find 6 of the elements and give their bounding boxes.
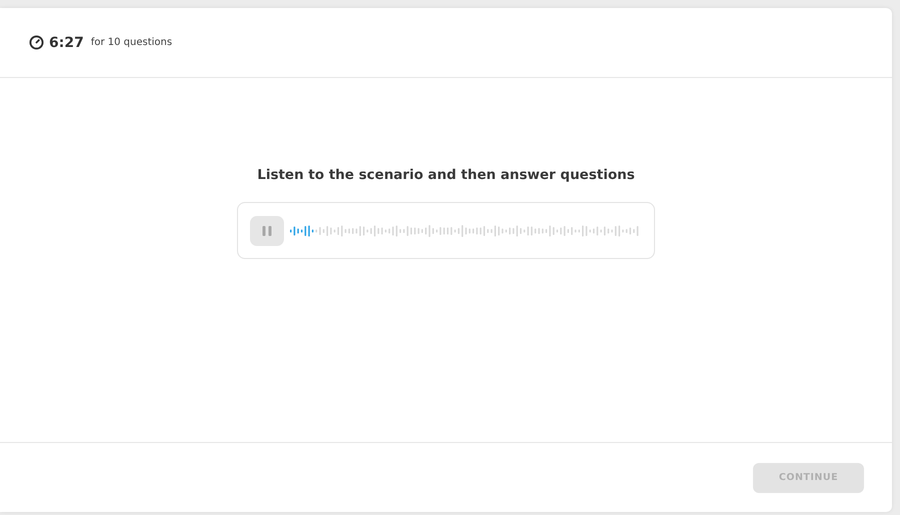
pause-button[interactable] bbox=[250, 216, 284, 246]
timer-icon bbox=[29, 35, 44, 50]
timer-note: for 10 questions bbox=[90, 37, 172, 48]
pause-icon bbox=[261, 224, 273, 236]
timer: 6:27 bbox=[49, 34, 84, 50]
prompt: Listen to the scenario and then answer questions bbox=[257, 167, 635, 183]
